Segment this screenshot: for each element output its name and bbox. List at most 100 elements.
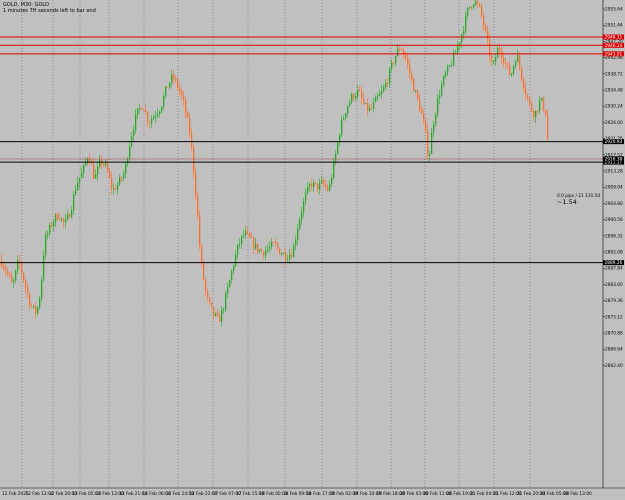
candle-body xyxy=(527,94,529,99)
candle-body xyxy=(503,57,505,64)
candle-body xyxy=(21,262,23,273)
candle-body xyxy=(491,55,493,62)
candle-body xyxy=(225,293,227,310)
price-tick-label: 2870.88 xyxy=(605,331,623,337)
candle-body xyxy=(113,188,115,190)
candle-body xyxy=(485,25,487,31)
candle-body xyxy=(205,279,207,291)
candle-body xyxy=(61,218,63,220)
candle-body xyxy=(81,172,83,178)
candle-body xyxy=(407,58,409,64)
candle-body xyxy=(505,63,507,64)
candle-body xyxy=(351,94,353,103)
candle-body xyxy=(467,8,469,16)
candle-body xyxy=(473,4,475,8)
candle-body xyxy=(249,233,251,238)
candle-body xyxy=(149,122,151,124)
candle-body xyxy=(449,65,451,67)
candle-body xyxy=(229,279,231,288)
candle-body xyxy=(515,61,517,67)
candle-body xyxy=(289,254,291,260)
candle-body xyxy=(513,66,515,74)
candle-body xyxy=(429,153,431,157)
candle-body xyxy=(273,242,275,243)
candle-body xyxy=(227,287,229,294)
candle-body xyxy=(223,309,225,310)
price-tick-label: 2913.28 xyxy=(605,169,623,175)
candle-body xyxy=(321,180,323,183)
price-tick-label: 2896.32 xyxy=(605,233,623,239)
candle-body xyxy=(213,306,215,316)
candle-body xyxy=(507,63,509,65)
candle-body xyxy=(105,163,107,166)
candle-body xyxy=(367,103,369,111)
candle-body xyxy=(99,159,101,167)
candle-body xyxy=(75,190,77,195)
candle-body xyxy=(539,100,541,111)
price-tick-label: 2934.48 xyxy=(605,88,623,94)
candle-body xyxy=(397,48,399,57)
candle-body xyxy=(243,234,245,236)
candle-body xyxy=(383,87,385,92)
candle-body xyxy=(391,62,393,69)
candle-body xyxy=(157,113,159,116)
candle-body xyxy=(139,107,141,109)
price-chart[interactable]: GOLD, M30: GOLD 1 minutes 7H seconds lef… xyxy=(0,0,625,500)
candle-body xyxy=(103,164,105,166)
candle-body xyxy=(119,177,121,185)
candle-body xyxy=(331,177,333,185)
candle-body xyxy=(305,193,307,201)
candle-body xyxy=(465,15,467,32)
candle-body xyxy=(535,110,537,118)
candle-body xyxy=(365,103,367,104)
candle-body xyxy=(521,67,523,80)
candle-body xyxy=(203,262,205,280)
candle-body xyxy=(215,313,217,316)
candle-body xyxy=(125,163,127,174)
candle-body xyxy=(375,97,377,103)
candle-body xyxy=(471,6,473,8)
candle-body xyxy=(413,78,415,92)
candle-body xyxy=(377,95,379,98)
candle-body xyxy=(543,97,545,111)
candle-body xyxy=(499,47,501,51)
candle-body xyxy=(23,272,25,281)
candle-body xyxy=(137,108,139,115)
candle-body xyxy=(483,15,485,26)
candle-body xyxy=(349,102,351,107)
candle-body xyxy=(357,89,359,97)
current-price-label: 2916.38 xyxy=(605,157,623,163)
candle-body xyxy=(441,84,443,96)
candle-body xyxy=(191,133,193,147)
price-tick-label: 2900.56 xyxy=(605,217,623,223)
candle-body xyxy=(545,110,547,115)
price-tick-label: 2955.64 xyxy=(605,7,623,13)
candle-body xyxy=(313,182,315,188)
candle-body xyxy=(479,3,481,7)
chart-canvas[interactable]: 2955.642951.442947.202942.962938.722934.… xyxy=(0,0,625,500)
candle-body xyxy=(145,109,147,112)
candle-body xyxy=(121,177,123,179)
candle-body xyxy=(421,110,423,114)
candle-body xyxy=(259,249,261,252)
candle-body xyxy=(311,183,313,188)
candle-body xyxy=(295,239,297,246)
price-tick-label: 2883.60 xyxy=(605,282,623,288)
candle-body xyxy=(409,63,411,73)
candle-body xyxy=(135,114,137,130)
candle-body xyxy=(29,293,31,306)
candle-body xyxy=(307,186,309,194)
candle-body xyxy=(537,110,539,112)
candle-body xyxy=(269,246,271,249)
candle-body xyxy=(497,47,499,58)
candle-body xyxy=(197,195,199,216)
candle-body xyxy=(27,287,29,294)
candle-body xyxy=(547,114,549,140)
candle-body xyxy=(83,165,85,173)
candle-body xyxy=(525,88,527,95)
candle-body xyxy=(245,230,247,235)
candle-body xyxy=(173,74,175,79)
candle-body xyxy=(423,113,425,120)
candle-body xyxy=(133,129,135,137)
price-tick-label: 2879.36 xyxy=(605,298,623,304)
